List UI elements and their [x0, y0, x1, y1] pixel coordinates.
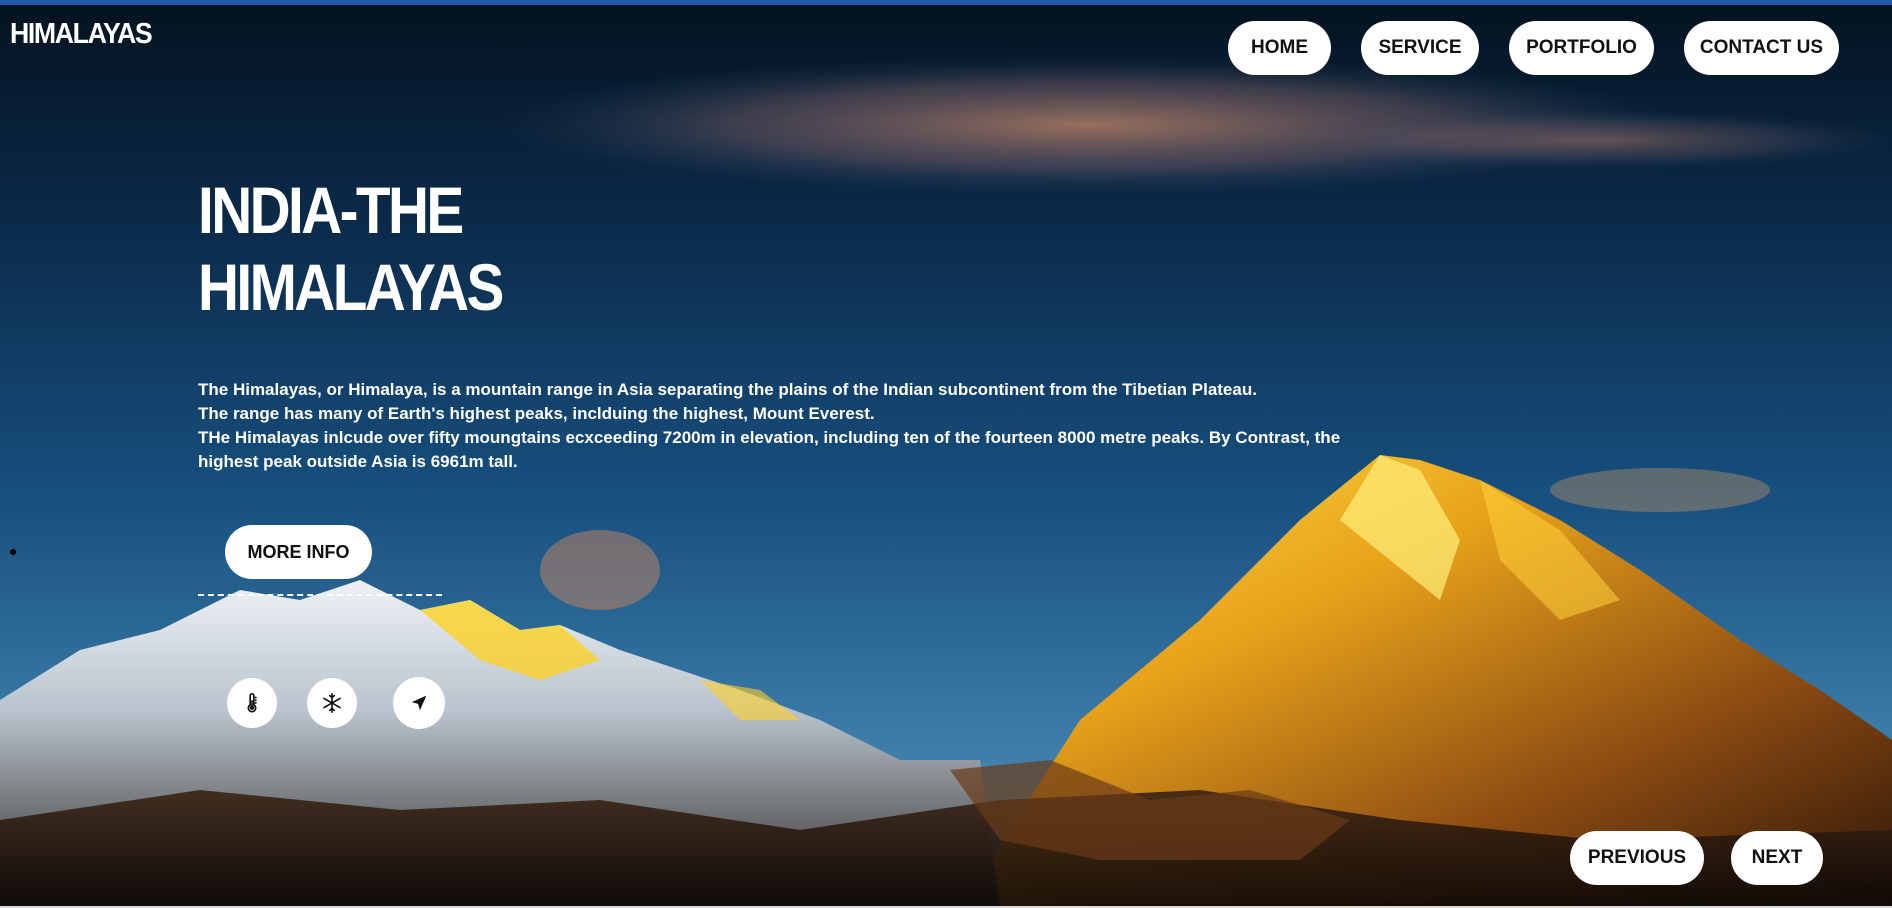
top-accent-bar — [0, 0, 1892, 5]
hero-description: The Himalayas, or Himalaya, is a mountai… — [198, 378, 1368, 474]
dashed-divider — [198, 594, 442, 596]
navigation-arrow-icon-button[interactable] — [393, 677, 445, 729]
hero-title-line-1: INDIA-THE — [198, 173, 464, 247]
description-line-1: The Himalayas, or Himalaya, is a mountai… — [198, 380, 1257, 399]
nav-service-button[interactable]: SERVICE — [1361, 21, 1479, 75]
thermometer-icon — [247, 693, 257, 713]
site-logo[interactable]: HIMALAYAS — [10, 18, 153, 51]
thermometer-icon-button[interactable] — [227, 678, 277, 728]
description-line-3: THe Himalayas inlcude over fifty moungta… — [198, 428, 1341, 471]
navigation-arrow-icon — [411, 695, 427, 711]
nav-portfolio-button[interactable]: PORTFOLIO — [1509, 21, 1654, 75]
list-bullet — [10, 549, 16, 555]
nav-contact-us-button[interactable]: CONTACT US — [1684, 21, 1839, 75]
snowflake-icon-button[interactable] — [307, 678, 357, 728]
nav-home-button[interactable]: HOME — [1228, 21, 1331, 75]
hero-title-line-2: HIMALAYAS — [198, 250, 504, 324]
previous-button[interactable]: PREVIOUS — [1570, 831, 1704, 885]
hero-title: INDIA-THE HIMALAYAS — [198, 172, 504, 326]
more-info-button[interactable]: MORE INFO — [225, 525, 372, 579]
description-line-2: The range has many of Earth's highest pe… — [198, 404, 875, 423]
snowflake-icon — [323, 693, 341, 713]
next-button[interactable]: NEXT — [1731, 831, 1823, 885]
